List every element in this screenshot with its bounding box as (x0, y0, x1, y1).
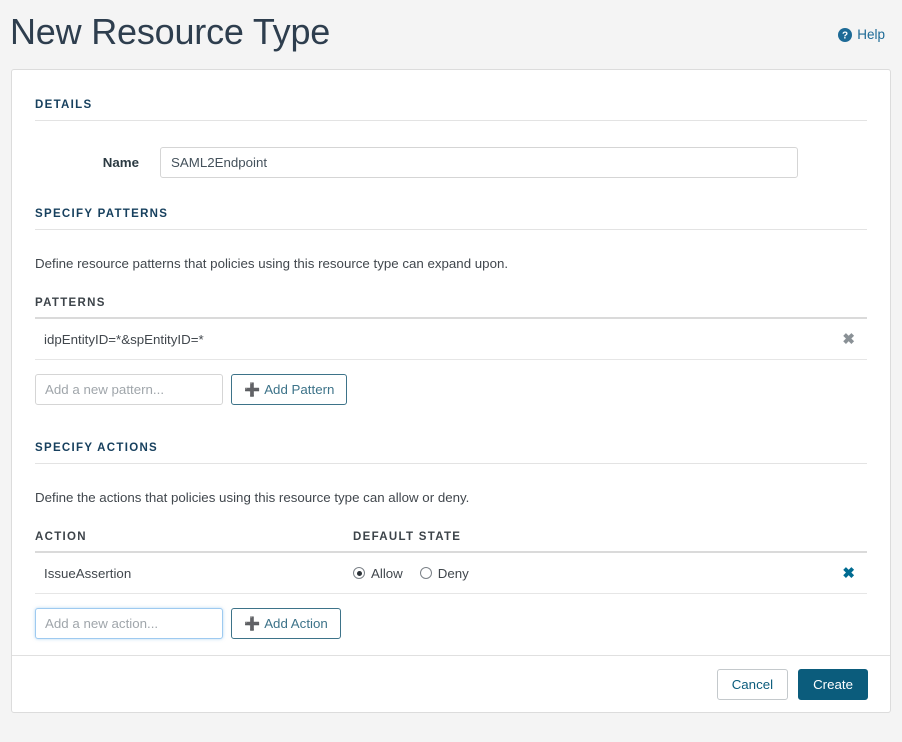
radio-deny-label: Deny (437, 565, 469, 581)
page-header: New Resource Type ? Help (0, 0, 902, 69)
radio-allow-label: Allow (371, 565, 403, 581)
section-header-specify-patterns: SPECIFY PATTERNS (35, 178, 867, 230)
create-button[interactable]: Create (798, 668, 868, 700)
actions-column-action: ACTION (35, 531, 87, 543)
page-title: New Resource Type (10, 11, 331, 52)
add-pattern-button[interactable]: ➕ Add Pattern (231, 374, 348, 405)
name-input[interactable] (160, 147, 798, 178)
default-state-radio-group: Allow Deny (353, 566, 842, 581)
add-action-row: ➕ Add Action (35, 594, 867, 655)
pattern-value: idpEntityID=*&spEntityID=* (44, 331, 204, 347)
name-label: Name (102, 155, 139, 170)
table-row: IssueAssertion Allow Deny ✖ (35, 553, 867, 594)
card-footer: Cancel Create (12, 655, 890, 712)
new-pattern-input[interactable] (35, 374, 223, 405)
help-link[interactable]: ? Help (838, 27, 885, 42)
actions-column-default-state: DEFAULT STATE (353, 531, 462, 543)
radio-deny-indicator[interactable] (419, 567, 432, 579)
card-body: DETAILS Name SPECIFY PATTERNS Define res… (12, 70, 890, 655)
close-icon[interactable]: ✖ (842, 332, 867, 347)
radio-deny[interactable]: Deny (419, 565, 469, 581)
plus-icon: ➕ (244, 615, 261, 631)
table-row: idpEntityID=*&spEntityID=* ✖ (35, 319, 867, 360)
add-action-button[interactable]: ➕ Add Action (231, 608, 341, 639)
resource-type-form-card: DETAILS Name SPECIFY PATTERNS Define res… (11, 69, 891, 713)
actions-description: Define the actions that policies using t… (35, 490, 470, 505)
radio-allow-indicator[interactable] (353, 567, 365, 579)
add-pattern-row: ➕ Add Pattern (35, 360, 867, 412)
section-header-specify-actions: SPECIFY ACTIONS (35, 412, 867, 464)
svg-text:?: ? (842, 30, 848, 41)
cancel-button[interactable]: Cancel (716, 668, 789, 700)
patterns-description: Define resource patterns that policies u… (35, 256, 509, 271)
name-field-row: Name (35, 121, 867, 178)
radio-allow[interactable]: Allow (353, 566, 403, 581)
patterns-column-label: PATTERNS (35, 297, 106, 309)
add-pattern-label: Add Pattern (264, 382, 335, 397)
new-action-input[interactable] (35, 608, 223, 639)
close-icon[interactable]: ✖ (842, 566, 867, 581)
plus-icon: ➕ (244, 381, 261, 397)
help-label: Help (857, 27, 885, 42)
patterns-table-header: PATTERNS (35, 272, 867, 319)
actions-table-header: ACTION DEFAULT STATE (35, 506, 867, 553)
action-name: IssueAssertion (44, 565, 132, 581)
add-action-label: Add Action (264, 616, 328, 631)
question-circle-icon: ? (838, 27, 853, 42)
section-header-details: DETAILS (35, 70, 867, 121)
